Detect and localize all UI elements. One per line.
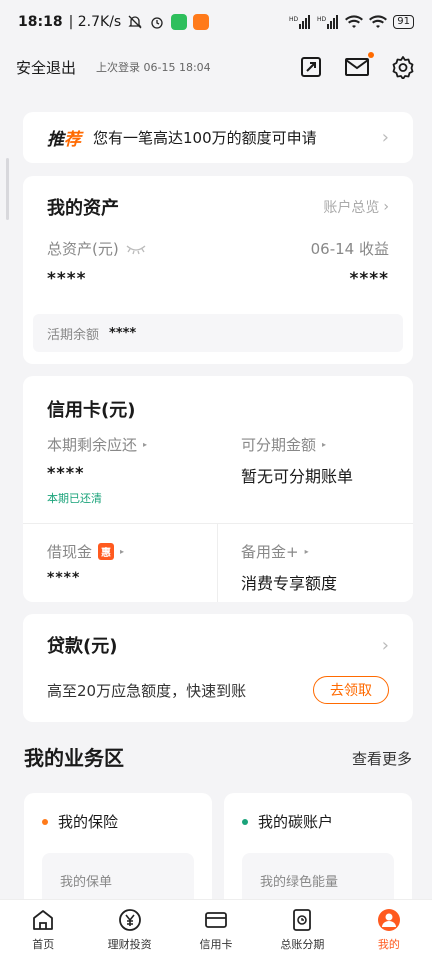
nav-wealth-label: 理财投资: [107, 938, 152, 951]
notification-dot: [368, 52, 374, 58]
total-assets-label: 总资产(元): [47, 240, 119, 258]
chevron-right-icon: ›: [381, 127, 389, 148]
amount-due-cell[interactable]: 本期剩余应还 ▸ **** 本期已还清: [47, 434, 147, 506]
triangle-right-icon: ▸: [120, 547, 125, 556]
carbon-account-card[interactable]: 我的碳账户 我的绿色能量: [224, 793, 412, 913]
credit-title: 信用卡(元): [47, 400, 136, 421]
svg-text:HD: HD: [289, 16, 299, 23]
credit-card-section: 信用卡(元) 本期剩余应还 ▸ **** 本期已还清 可分期金额 ▸ 暂无可分期账单…: [23, 376, 413, 602]
income-value: ****: [349, 269, 389, 289]
profile-icon: [377, 909, 400, 931]
last-login-text: 上次登录 06-15 18:04: [96, 61, 211, 74]
total-assets-value: ****: [47, 269, 87, 289]
triangle-right-icon: ▸: [322, 440, 327, 449]
bullet-dot: [42, 818, 48, 825]
nav-installment-label: 总账分期: [280, 938, 325, 951]
insurance-policy-label: 我的保单: [60, 875, 113, 890]
nav-home-label: 首页: [32, 938, 55, 951]
svg-text:HD: HD: [317, 16, 327, 23]
home-icon: [33, 910, 54, 930]
signal-icon-2: HD: [317, 15, 339, 29]
mute-icon: [128, 15, 142, 29]
card-icon: [205, 912, 227, 928]
eye-closed-icon[interactable]: [125, 243, 147, 255]
expand-icon[interactable]: [298, 54, 324, 80]
triangle-right-icon: ▸: [304, 547, 309, 556]
loan-card[interactable]: 贷款(元) › 高至20万应急额度，快速到账 去领取: [23, 614, 413, 722]
yen-coin-icon: [118, 909, 141, 931]
nav-wealth[interactable]: 理财投资: [86, 900, 172, 960]
cash-loan-value: ****: [47, 570, 81, 586]
nav-home[interactable]: 首页: [0, 900, 86, 960]
installment-value: 暂无可分期账单: [241, 467, 354, 486]
nav-installment[interactable]: 总账分期: [259, 900, 345, 960]
scroll-indicator[interactable]: [6, 158, 9, 220]
nav-profile-label: 我的: [377, 938, 400, 951]
triangle-right-icon: ▸: [143, 440, 148, 449]
account-overview-link[interactable]: 账户总览 ›: [323, 197, 389, 217]
assets-title: 我的资产: [47, 198, 119, 219]
chevron-right-icon: ›: [383, 199, 389, 215]
current-balance-label: 活期余额: [47, 327, 100, 343]
chevron-right-icon: ›: [381, 634, 389, 656]
income-label: 06-14 收益: [310, 240, 389, 258]
amount-due-label: 本期剩余应还: [47, 436, 138, 454]
recommend-text: 您有一笔高达100万的额度可申请: [93, 129, 317, 147]
top-header: 安全退出 上次登录 06-15 18:04: [0, 44, 432, 90]
nav-profile[interactable]: 我的: [346, 900, 432, 960]
insurance-title: 我的保险: [58, 813, 119, 831]
discount-badge: 惠: [98, 543, 115, 560]
network-speed: | 2.7K/s: [68, 14, 122, 30]
insurance-card[interactable]: 我的保险 我的保单: [24, 793, 212, 913]
view-more-link[interactable]: 查看更多: [352, 748, 412, 769]
reserve-fund-value: 消费专享额度: [241, 574, 338, 593]
nav-credit-card[interactable]: 信用卡: [173, 900, 259, 960]
business-area-title: 我的业务区: [24, 746, 124, 770]
green-energy-label: 我的绿色能量: [260, 875, 339, 890]
claim-button[interactable]: 去领取: [313, 676, 389, 704]
mail-icon[interactable]: [344, 52, 374, 80]
reserve-fund-cell[interactable]: 备用金+ ▸ 消费专享额度: [241, 541, 337, 594]
status-time: 18:18: [18, 14, 63, 30]
current-balance-box[interactable]: 活期余额 ****: [33, 314, 403, 352]
assets-card: 我的资产 账户总览 › 总资产(元) 06-14 收益 **** **** 活期余…: [23, 176, 413, 364]
recommend-tag: 推荐: [47, 130, 81, 150]
paid-status: 本期已还清: [47, 492, 102, 505]
carbon-account-title: 我的碳账户: [258, 813, 334, 831]
divider: [23, 523, 413, 524]
alarm-icon: [151, 17, 163, 29]
bottom-nav: 首页 理财投资 信用卡 总账分期 我的: [0, 899, 432, 960]
wifi-icon: [345, 15, 364, 28]
logout-button[interactable]: 安全退出: [16, 57, 76, 78]
cash-loan-cell[interactable]: 借现金惠 ▸ ****: [47, 541, 124, 586]
divider: [217, 523, 218, 602]
video-app-icon: [193, 14, 210, 30]
amount-due-value: ****: [47, 463, 85, 482]
loan-title: 贷款(元): [47, 636, 118, 657]
status-bar: 18:18 | 2.7K/s HD HD 91: [0, 0, 432, 44]
nav-credit-card-label: 信用卡: [199, 938, 233, 951]
gear-icon[interactable]: [390, 54, 416, 80]
signal-icon: HD: [289, 15, 311, 29]
current-balance-value: ****: [109, 325, 137, 341]
cash-loan-label: 借现金: [47, 543, 93, 561]
wifi-icon-2: [369, 15, 388, 28]
battery-indicator: 91: [393, 15, 414, 29]
bill-icon: [293, 909, 312, 931]
recommend-banner[interactable]: 推荐 您有一笔高达100万的额度可申请 ›: [23, 112, 413, 163]
wechat-icon: [171, 14, 188, 30]
installment-label: 可分期金额: [241, 436, 317, 454]
bullet-dot: [242, 818, 248, 825]
installment-cell[interactable]: 可分期金额 ▸ 暂无可分期账单: [241, 434, 353, 487]
loan-description: 高至20万应急额度，快速到账: [47, 681, 247, 700]
reserve-fund-label: 备用金+: [241, 543, 299, 561]
